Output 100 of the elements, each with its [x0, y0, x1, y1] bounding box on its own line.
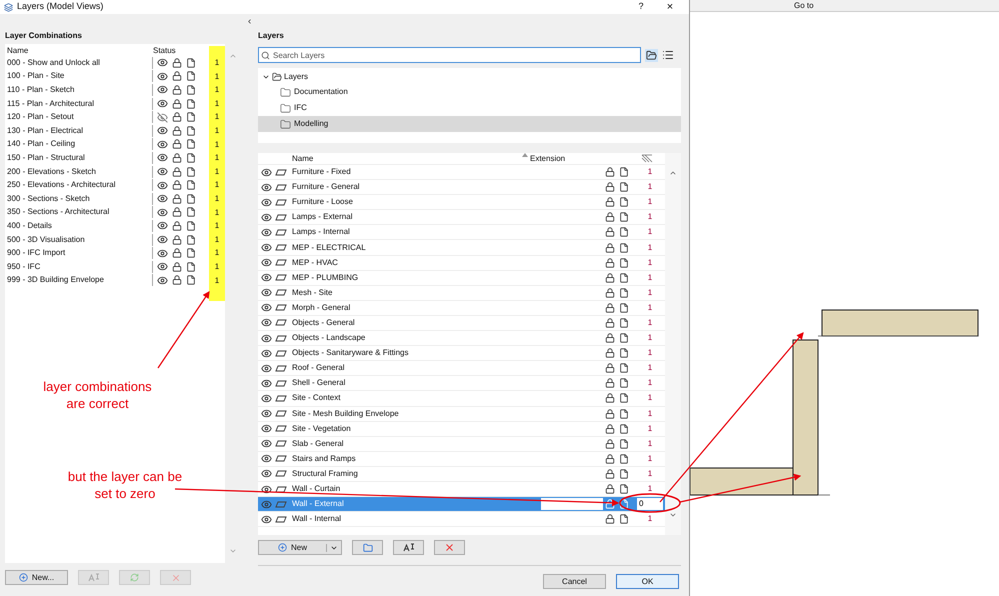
- ok-button[interactable]: OK: [616, 574, 679, 589]
- combination-row[interactable]: 250 - Elevations - Architectural 1: [7, 178, 225, 192]
- eye-icon[interactable]: [261, 348, 272, 359]
- layer-row[interactable]: Stairs and Ramps 1: [258, 452, 665, 467]
- lock-icon[interactable]: [172, 71, 182, 82]
- lock-icon[interactable]: [172, 207, 182, 218]
- tree-item[interactable]: Modelling: [258, 116, 681, 132]
- lock-icon[interactable]: [605, 499, 615, 510]
- rename-button[interactable]: [393, 540, 424, 555]
- document-icon[interactable]: [186, 194, 196, 204]
- document-icon[interactable]: [619, 258, 629, 268]
- layer-row[interactable]: Site - Vegetation 1: [258, 422, 665, 437]
- eye-icon[interactable]: [157, 138, 168, 150]
- eye-icon[interactable]: [261, 362, 272, 374]
- eye-icon[interactable]: [157, 70, 168, 82]
- document-icon[interactable]: [619, 272, 629, 283]
- document-icon[interactable]: [619, 288, 629, 298]
- combination-row[interactable]: 200 - Elevations - Sketch 1: [7, 164, 225, 178]
- goto-button[interactable]: Go to: [794, 0, 814, 10]
- lock-icon[interactable]: [172, 180, 182, 190]
- layer-row[interactable]: Furniture - Loose 1: [258, 195, 665, 210]
- combination-row[interactable]: 100 - Plan - Site 1: [7, 70, 225, 84]
- lock-icon[interactable]: [172, 98, 182, 109]
- eye-icon[interactable]: [157, 84, 168, 96]
- combination-row[interactable]: 140 - Plan - Ceiling 1: [7, 138, 225, 152]
- lock-icon[interactable]: [605, 378, 615, 388]
- lock-icon[interactable]: [605, 348, 615, 358]
- document-icon[interactable]: [619, 514, 629, 524]
- document-icon[interactable]: [186, 152, 196, 163]
- tree-view-icon[interactable]: [645, 48, 658, 62]
- document-icon[interactable]: [186, 98, 196, 109]
- lock-icon[interactable]: [172, 58, 182, 68]
- layer-row[interactable]: MEP - ELECTRICAL 1: [258, 240, 665, 256]
- layer-row[interactable]: Slab - General 1: [258, 436, 665, 452]
- lock-icon[interactable]: [605, 393, 615, 404]
- eye-icon[interactable]: [261, 453, 272, 464]
- document-icon[interactable]: [619, 318, 629, 328]
- eye-off-icon[interactable]: [157, 112, 168, 123]
- eye-icon[interactable]: [261, 182, 272, 193]
- document-icon[interactable]: [619, 424, 629, 434]
- document-icon[interactable]: [186, 84, 196, 95]
- eye-icon[interactable]: [261, 317, 272, 328]
- layer-row[interactable]: Site - Mesh Building Envelope 1: [258, 406, 665, 422]
- document-icon[interactable]: [619, 363, 629, 374]
- combination-row[interactable]: 300 - Sections - Sketch 1: [7, 192, 225, 206]
- lock-icon[interactable]: [172, 84, 182, 95]
- lock-icon[interactable]: [172, 126, 182, 136]
- combination-row[interactable]: 999 - 3D Building Envelope 1: [7, 274, 225, 288]
- eye-icon[interactable]: [261, 166, 272, 178]
- lock-icon[interactable]: [605, 333, 615, 344]
- document-icon[interactable]: [619, 438, 629, 449]
- combination-row[interactable]: 950 - IFC 1: [7, 260, 225, 274]
- lock-icon[interactable]: [605, 424, 615, 434]
- document-icon[interactable]: [619, 167, 629, 178]
- lock-icon[interactable]: [172, 262, 182, 272]
- layer-row[interactable]: Structural Framing 1: [258, 466, 665, 482]
- document-icon[interactable]: [619, 242, 629, 253]
- combination-row[interactable]: 000 - Show and Unlock all 1: [7, 56, 225, 70]
- document-icon[interactable]: [619, 468, 629, 479]
- document-icon[interactable]: [186, 248, 196, 258]
- help-button[interactable]: ?: [631, 0, 651, 14]
- lock-icon[interactable]: [172, 152, 182, 163]
- eye-icon[interactable]: [157, 274, 168, 286]
- scroll-down-icon[interactable]: [669, 511, 677, 519]
- document-icon[interactable]: [186, 220, 196, 231]
- eye-icon[interactable]: [261, 212, 272, 223]
- lock-icon[interactable]: [605, 468, 615, 479]
- lock-icon[interactable]: [605, 318, 615, 328]
- lock-icon[interactable]: [605, 438, 615, 449]
- layer-row[interactable]: Wall - Internal 1: [258, 512, 665, 528]
- tree-item[interactable]: Documentation: [258, 84, 681, 100]
- layer-row[interactable]: Mesh - Site 1: [258, 286, 665, 301]
- combination-row[interactable]: 350 - Sections - Architectural 1: [7, 206, 225, 220]
- layer-row[interactable]: Objects - General 1: [258, 316, 665, 332]
- eye-icon[interactable]: [157, 98, 168, 110]
- combination-row[interactable]: 500 - 3D Visualisation 1: [7, 232, 225, 246]
- lock-icon[interactable]: [172, 220, 182, 231]
- eye-icon[interactable]: [157, 57, 168, 68]
- eye-icon[interactable]: [261, 423, 272, 434]
- document-icon[interactable]: [619, 333, 629, 344]
- document-icon[interactable]: [186, 234, 196, 245]
- lock-icon[interactable]: [605, 363, 615, 374]
- column-header[interactable]: Name: [292, 152, 530, 164]
- lock-icon[interactable]: [605, 182, 615, 192]
- combination-row[interactable]: 120 - Plan - Setout 1: [7, 110, 225, 124]
- combination-row[interactable]: 115 - Plan - Architectural 1: [7, 96, 225, 110]
- new-folder-button[interactable]: [352, 540, 383, 555]
- lock-icon[interactable]: [605, 197, 615, 208]
- document-icon[interactable]: [619, 227, 629, 238]
- pen-number-field[interactable]: 0: [637, 498, 663, 510]
- lock-icon[interactable]: [605, 408, 615, 419]
- layer-row[interactable]: Roof - General 1: [258, 361, 665, 376]
- lock-icon[interactable]: [605, 514, 615, 524]
- eye-icon[interactable]: [157, 234, 168, 246]
- layer-row[interactable]: Shell - General 1: [258, 376, 665, 392]
- combination-row[interactable]: 150 - Plan - Structural 1: [7, 151, 225, 165]
- document-icon[interactable]: [186, 180, 196, 190]
- eye-icon[interactable]: [261, 242, 272, 254]
- document-icon[interactable]: [186, 166, 196, 177]
- eye-icon[interactable]: [261, 468, 272, 480]
